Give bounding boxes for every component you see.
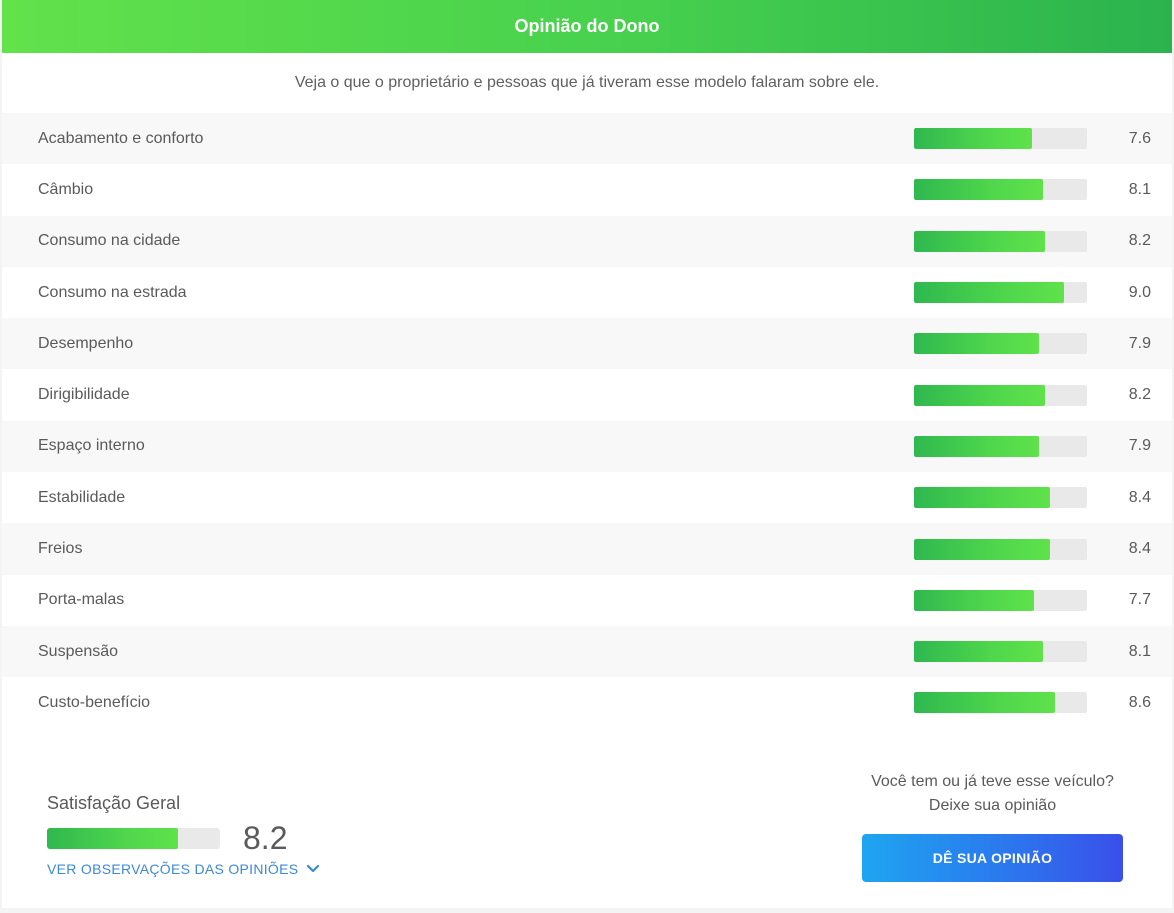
rating-row: Consumo na estrada 9.0 bbox=[2, 267, 1172, 318]
overall-score-value: 8.2 bbox=[243, 820, 288, 856]
rating-bar-fill bbox=[914, 641, 1044, 663]
rating-score: 7.9 bbox=[1128, 437, 1151, 455]
rating-row: Custo-benefício 8.6 bbox=[2, 677, 1172, 728]
rating-bar bbox=[914, 435, 1087, 457]
rating-bar-fill bbox=[914, 538, 1051, 560]
rating-label: Estabilidade bbox=[38, 488, 126, 506]
view-observations-link[interactable]: VER OBSERVAÇÕES DAS OPINIÕES bbox=[47, 861, 320, 877]
overall-bar-row: 8.2 bbox=[47, 820, 320, 857]
rating-score: 7.6 bbox=[1128, 129, 1151, 147]
rating-label: Dirigibilidade bbox=[38, 386, 130, 404]
subtitle-text: Veja o que o proprietário e pessoas que … bbox=[294, 74, 880, 91]
rating-row: Espaço interno 7.9 bbox=[2, 420, 1172, 473]
rating-bar-fill bbox=[914, 179, 1044, 201]
rating-score: 8.2 bbox=[1128, 386, 1151, 404]
rating-label: Porta-malas bbox=[38, 591, 125, 609]
rating-bar-fill bbox=[914, 384, 1046, 406]
chevron-down-icon bbox=[307, 864, 320, 873]
rating-row: Consumo na cidade 8.2 bbox=[2, 215, 1172, 267]
rating-score: 9.0 bbox=[1128, 283, 1151, 301]
rating-row: Dirigibilidade 8.2 bbox=[2, 369, 1172, 420]
rating-bar-fill bbox=[914, 692, 1055, 714]
overall-title: Satisfação Geral bbox=[47, 793, 181, 813]
overall-score-bar bbox=[47, 828, 220, 849]
card-title: Opinião do Dono bbox=[514, 16, 660, 36]
overall-score-fill bbox=[47, 828, 179, 849]
cta-question: Você tem ou já teve esse veículo? bbox=[871, 773, 1114, 790]
rating-score: 8.2 bbox=[1128, 232, 1151, 250]
rating-score: 8.1 bbox=[1128, 180, 1151, 198]
rating-bar bbox=[914, 538, 1087, 560]
rating-bar bbox=[914, 128, 1087, 150]
rating-bar-fill bbox=[914, 435, 1039, 457]
rating-score: 8.4 bbox=[1128, 488, 1151, 506]
rating-row: Porta-malas 7.7 bbox=[2, 575, 1172, 626]
rating-label: Freios bbox=[38, 540, 83, 558]
rating-row: Freios 8.4 bbox=[2, 523, 1172, 575]
rating-label: Custo-benefício bbox=[38, 693, 151, 711]
overall-satisfaction: Satisfação Geral 8.2 VER OBSERVAÇÕES DAS… bbox=[47, 793, 320, 877]
rating-label: Desempenho bbox=[38, 334, 134, 352]
rating-bar-fill bbox=[914, 333, 1039, 355]
rating-bar bbox=[914, 230, 1087, 252]
owner-opinion-card: Opinião do Dono Veja o que o proprietári… bbox=[2, 0, 1172, 908]
rating-score: 7.9 bbox=[1128, 334, 1151, 352]
rating-bar-fill bbox=[914, 230, 1046, 252]
rating-bar bbox=[914, 384, 1087, 406]
rating-row: Acabamento e conforto 7.6 bbox=[2, 113, 1172, 165]
rating-row: Desempenho 7.9 bbox=[2, 318, 1172, 370]
rating-label: Câmbio bbox=[38, 180, 94, 198]
leave-opinion-section: Você tem ou já teve esse veículo? Deixe … bbox=[862, 770, 1123, 882]
rating-label: Consumo na cidade bbox=[38, 232, 181, 250]
rating-label: Suspensão bbox=[38, 642, 119, 660]
rating-score: 8.6 bbox=[1128, 693, 1151, 711]
rating-bar bbox=[914, 692, 1087, 714]
view-observations-label: VER OBSERVAÇÕES DAS OPINIÕES bbox=[47, 861, 299, 877]
rating-row: Suspensão 8.1 bbox=[2, 625, 1172, 678]
rating-bar-fill bbox=[914, 128, 1032, 150]
ratings-list: Acabamento e conforto 7.6 Câmbio 8.1 Consumo… bbox=[2, 113, 1172, 729]
rating-bar bbox=[914, 179, 1087, 201]
rating-bar bbox=[914, 487, 1087, 509]
rating-label: Espaço interno bbox=[38, 437, 145, 455]
rating-score: 8.1 bbox=[1128, 642, 1151, 660]
give-opinion-button[interactable]: DÊ SUA OPINIÃO bbox=[862, 834, 1123, 882]
rating-bar-fill bbox=[914, 487, 1051, 509]
rating-label: Consumo na estrada bbox=[38, 283, 187, 301]
cta-prompt: Deixe sua opinião bbox=[928, 797, 1057, 814]
card-subtitle: Veja o que o proprietário e pessoas que … bbox=[2, 53, 1172, 113]
rating-bar bbox=[914, 333, 1087, 355]
card-header: Opinião do Dono bbox=[2, 0, 1172, 53]
rating-row: Câmbio 8.1 bbox=[2, 164, 1172, 215]
rating-bar bbox=[914, 282, 1087, 304]
rating-score: 8.4 bbox=[1128, 540, 1151, 558]
rating-bar bbox=[914, 589, 1087, 611]
rating-score: 7.7 bbox=[1128, 591, 1151, 609]
rating-bar bbox=[914, 641, 1087, 663]
rating-row: Estabilidade 8.4 bbox=[2, 472, 1172, 523]
rating-label: Acabamento e conforto bbox=[38, 129, 204, 147]
rating-bar-fill bbox=[914, 282, 1064, 304]
rating-bar-fill bbox=[914, 589, 1034, 611]
